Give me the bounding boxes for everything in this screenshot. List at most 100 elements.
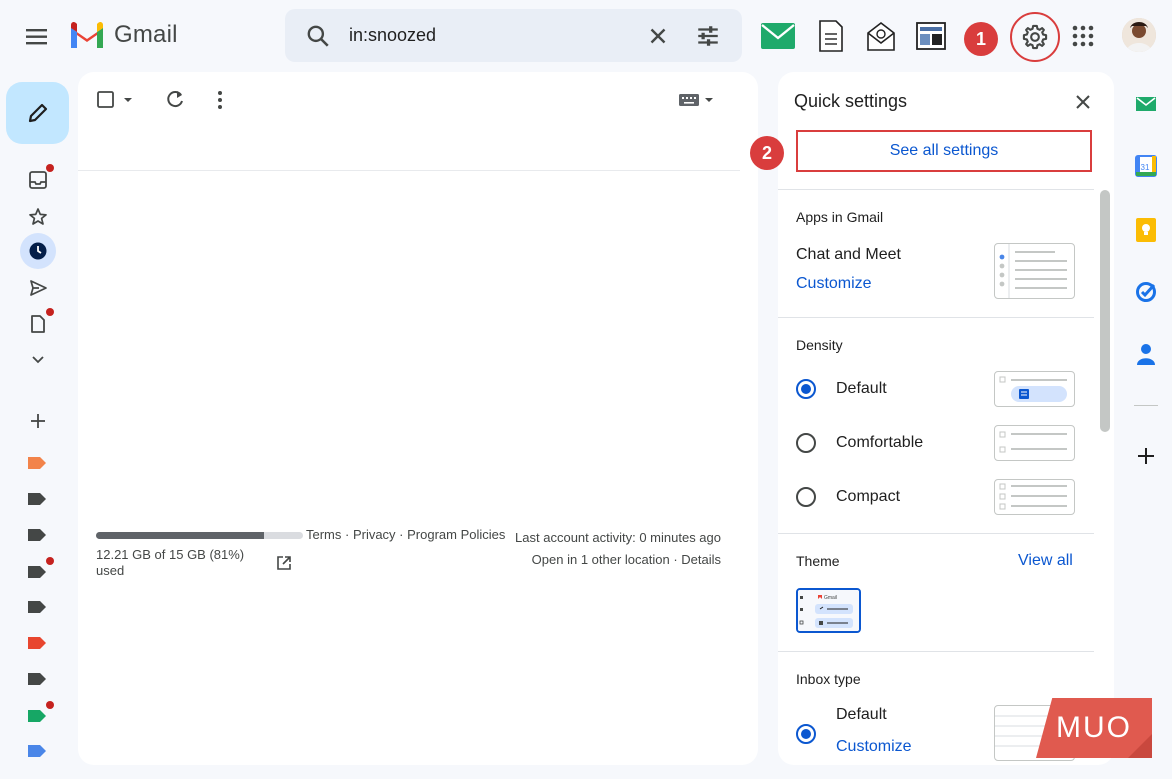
theme-default-thumb[interactable]: Gmail [796,588,861,633]
label-dark-icon[interactable] [28,601,46,613]
density-compact-label[interactable]: Compact [836,488,900,506]
label-dark-icon[interactable] [28,529,46,541]
search-options-icon[interactable] [695,23,721,49]
density-preview [999,483,1067,510]
label-dark-icon [28,566,46,578]
step-2-badge: 2 [750,136,784,170]
mail-icon [1136,97,1156,111]
footer-links[interactable]: Terms · Privacy · Program Policies [306,527,505,542]
document-extension-icon[interactable] [817,20,845,52]
pencil-icon [28,103,47,123]
see-all-settings-button[interactable]: See all settings [796,130,1092,172]
divider [778,651,1094,652]
label-dark-icon[interactable] [28,673,46,685]
apps-grid-icon[interactable] [1072,25,1094,47]
message-list-panel: 12.21 GB of 15 GB (81%) used Terms · Pri… [78,72,758,765]
label-green-icon [28,710,46,722]
search-bar[interactable] [285,9,742,62]
more-vert-icon[interactable] [214,89,226,111]
density-compact-radio[interactable] [796,487,816,507]
open-mail-extension-icon[interactable] [866,20,896,52]
density-default-radio[interactable] [796,379,816,399]
density-heading: Density [796,337,843,353]
theme-view-all-link[interactable]: View all [1018,552,1073,570]
nav-more[interactable] [24,346,52,374]
search-input[interactable] [349,21,639,49]
create-label-button[interactable] [24,407,52,435]
other-location-text[interactable]: Open in 1 other location · Details [478,549,721,571]
side-mail-button[interactable] [1134,92,1158,116]
compose-button[interactable] [6,82,69,144]
calendar-button[interactable]: 31 [1134,154,1158,178]
inbox-default-label[interactable]: Default [836,706,887,724]
inbox-type-heading: Inbox type [796,671,861,687]
toolbar-divider [78,170,740,171]
unread-dot [46,701,54,709]
open-in-new-icon[interactable] [276,555,292,571]
main-menu-button[interactable] [22,24,52,50]
nav-inbox[interactable] [24,164,54,194]
mail-extension-icon[interactable] [760,22,796,50]
density-default-label[interactable]: Default [836,380,887,398]
clock-icon [29,242,47,260]
svg-text:31: 31 [1141,163,1150,172]
gmail-logo[interactable]: Gmail [68,20,178,50]
label-blue-icon[interactable] [28,745,46,757]
density-comfortable-label[interactable]: Comfortable [836,434,923,452]
contacts-button[interactable] [1134,342,1158,366]
apps-customize-link[interactable]: Customize [796,275,872,293]
nav-sent[interactable] [24,274,52,302]
keyboard-icon[interactable] [678,92,718,108]
storage-usage-text: 12.21 GB of 15 GB (81%) used [96,547,245,578]
layout-extension-icon[interactable] [916,22,946,50]
nav-drafts[interactable] [24,308,54,338]
nav-starred[interactable] [24,203,52,231]
chat-meet-preview [994,243,1075,299]
plus-icon [31,414,45,428]
label-dark-unread[interactable] [28,557,54,578]
nav-snoozed[interactable] [24,237,52,265]
theme-thumb-brand: Gmail [824,595,837,601]
chevron-down-icon [32,356,44,364]
density-comfortable-radio[interactable] [796,433,816,453]
label-red-icon[interactable] [28,637,46,649]
storage-bar-fill [96,532,264,539]
inbox-customize-link[interactable]: Customize [836,738,912,756]
density-comfortable-preview [994,425,1075,461]
divider [778,317,1094,318]
draft-icon [31,315,45,333]
refresh-icon[interactable] [164,89,186,111]
hamburger-icon [26,29,47,45]
storage-bar [96,532,303,539]
step-1-badge: 1 [964,22,998,56]
density-compact-preview [994,479,1075,515]
inbox-default-radio[interactable] [796,724,816,744]
tasks-button[interactable] [1134,280,1158,304]
gmail-wordmark: Gmail [114,21,178,48]
star-icon [29,208,47,225]
keep-icon [1136,218,1156,242]
density-default-preview [994,371,1075,407]
last-activity-text: Last account activity: 0 minutes ago [515,530,721,545]
select-all-checkbox[interactable] [96,90,138,110]
label-green-unread[interactable] [28,701,54,722]
settings-button[interactable] [1010,12,1060,62]
profile-photo [1122,18,1156,52]
chat-layout-preview [999,244,1067,298]
inbox-icon [29,171,47,189]
get-addons-button[interactable] [1134,444,1158,468]
label-orange-icon[interactable] [28,457,46,469]
account-avatar[interactable] [1122,18,1156,52]
gear-icon [1022,24,1048,50]
side-divider [1134,405,1158,406]
density-preview [999,431,1067,453]
theme-preview: Gmail [798,590,859,631]
keep-button[interactable] [1134,218,1158,242]
chat-meet-label: Chat and Meet [796,246,901,263]
search-icon[interactable] [305,23,331,49]
quick-settings-scrollbar[interactable] [1100,190,1110,432]
label-dark-icon[interactable] [28,493,46,505]
clear-search-icon[interactable] [645,23,671,49]
gmail-m-icon [71,21,103,48]
close-icon[interactable] [1073,92,1093,112]
